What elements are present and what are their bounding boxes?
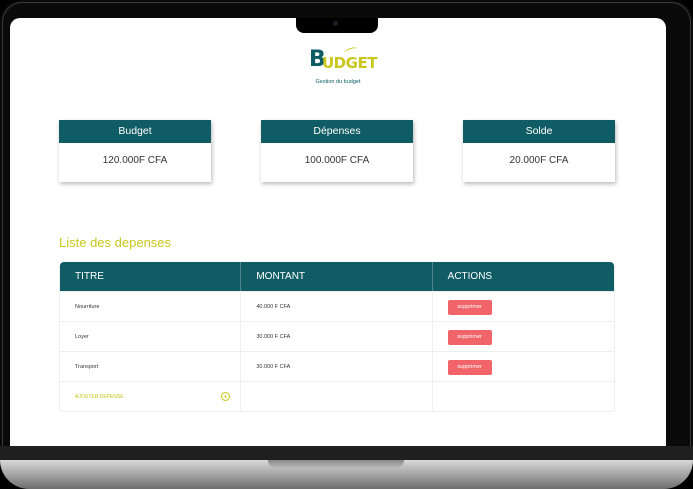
logo-tagline: Gestion du budget [315, 79, 361, 85]
budget-logo: B UDGET Gestion du budget [306, 45, 377, 90]
laptop-notch [296, 18, 378, 33]
camera-icon [333, 21, 338, 26]
table-row: Loyer 30.000 F CFA supprimer [60, 321, 614, 351]
summary-card-solde: Solde 20.000F CFA [463, 120, 615, 182]
delete-button[interactable]: supprimer [447, 330, 492, 345]
expense-title: Loyer [60, 322, 242, 351]
plus-circle-icon[interactable]: + [221, 392, 230, 401]
expense-actions: supprimer [433, 352, 614, 381]
expenses-list-title: Liste des depenses [59, 235, 172, 250]
column-header-titre: TITRE [60, 262, 242, 291]
table-header: TITRE MONTANT ACTIONS [60, 262, 614, 291]
summary-card-label: Dépenses [261, 120, 413, 143]
summary-card-value: 100.000F CFA [304, 155, 370, 166]
summary-card-label: Solde [463, 120, 615, 143]
column-header-montant: MONTANT [241, 262, 433, 291]
table-row: Nourriture 40.000 F CFA supprimer [60, 291, 614, 321]
expense-amount: 30.000 F CFA [241, 322, 433, 351]
laptop-base-groove [268, 460, 404, 468]
expense-title: Transport [60, 352, 242, 381]
delete-button[interactable]: supprimer [447, 300, 492, 315]
add-expense-button[interactable]: AJOUTER DEPENSE + [60, 382, 242, 411]
expenses-table: TITRE MONTANT ACTIONS Nourriture 40.000 … [59, 262, 615, 412]
summary-card-budget: Budget 120.000F CFA [59, 120, 211, 182]
summary-card-value: 120.000F CFA [102, 155, 168, 166]
empty-cell [433, 382, 614, 411]
summary-card-label: Budget [59, 120, 211, 143]
delete-button[interactable]: supprimer [447, 360, 492, 375]
table-row: Transport 30.000 F CFA supprimer [60, 351, 614, 381]
expense-title: Nourriture [60, 292, 242, 321]
expense-actions: supprimer [433, 322, 614, 351]
add-expense-row: AJOUTER DEPENSE + [60, 381, 614, 411]
expense-actions: supprimer [433, 292, 614, 321]
summary-card-value: 20.000F CFA [509, 155, 569, 166]
laptop-chin [0, 446, 693, 460]
empty-cell [241, 382, 433, 411]
expense-amount: 30.000 F CFA [241, 352, 433, 381]
column-header-actions: ACTIONS [447, 271, 493, 282]
logo-wordmark: UDGET [322, 54, 377, 72]
add-expense-label: AJOUTER DEPENSE [75, 394, 124, 400]
summary-card-depenses: Dépenses 100.000F CFA [261, 120, 413, 182]
expense-amount: 40.000 F CFA [241, 292, 433, 321]
app-screen: B UDGET Gestion du budget Budget 120.000… [10, 18, 666, 446]
